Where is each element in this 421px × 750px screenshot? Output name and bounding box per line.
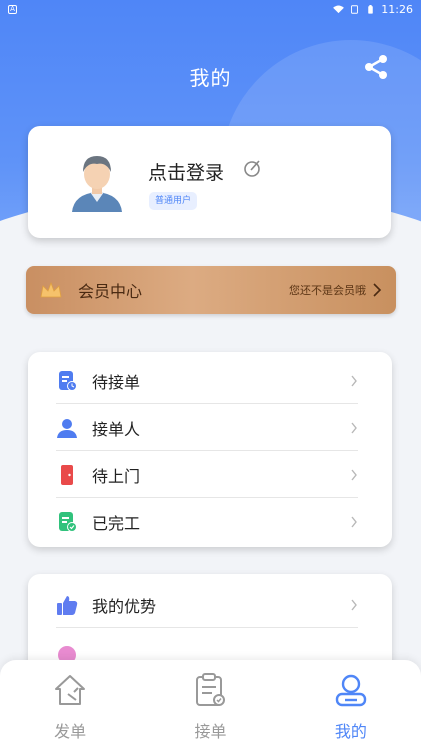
chevron-right-icon [351,375,357,386]
nav-tab-mine[interactable]: 我的 [281,660,421,750]
menu-label: 待上门 [92,466,141,486]
profile-card[interactable]: 点击登录 普通用户 [28,126,391,238]
nav-tab-post-order[interactable]: 发单 [0,660,140,750]
status-time: 11:26 [381,2,413,16]
person-icon [56,417,78,439]
edit-icon[interactable] [242,158,262,178]
chevron-right-icon [373,283,382,297]
profile-icon [335,674,367,707]
menu-label: 接单人 [92,419,141,439]
door-icon [56,464,78,486]
member-center-bar[interactable]: 会员中心 您还不是会员哦 [26,266,396,314]
member-hint: 您还不是会员哦 [289,284,366,297]
menu-item-my-advantages[interactable]: 我的优势 [56,582,358,628]
home-icon [55,675,86,705]
clipboard-icon [196,673,226,706]
thumbs-up-icon [56,594,78,616]
share-button[interactable] [361,52,391,82]
wifi-icon [333,4,345,13]
nav-tab-take-order[interactable]: 接单 [140,660,280,750]
nav-label: 发单 [54,722,87,741]
nav-label: 我的 [334,722,367,741]
menu-label: 待接单 [92,372,141,392]
member-center-label: 会员中心 [78,282,143,301]
login-text[interactable]: 点击登录 [148,158,224,185]
user-type-badge: 普通用户 [149,192,198,210]
completed-icon [56,511,78,533]
menu-item-completed[interactable]: 已完工 [56,499,358,545]
app-badge-icon: A [8,4,17,14]
chevron-right-icon [351,516,357,528]
menu-label: 我的优势 [92,596,157,616]
menu-item-takers[interactable]: 接单人 [56,405,358,451]
chevron-right-icon [351,422,357,433]
nav-label: 接单 [194,722,227,741]
no-sim-icon [351,4,359,14]
avatar[interactable] [68,150,126,212]
page-title: 我的 [189,66,232,90]
crown-icon [40,281,62,298]
share-icon [365,55,387,79]
menu-item-awaiting-visit[interactable]: 待上门 [56,452,358,498]
chevron-right-icon [351,599,357,610]
order-status-card: 待接单 接单人 待上门 已完工 [28,352,392,547]
chevron-right-icon [351,469,357,480]
menu-label: 已完工 [92,514,141,533]
pending-order-icon [56,370,78,392]
bottom-navigation: 发单 接单 我的 [0,660,421,750]
status-bar: A 11:26 [0,0,421,18]
menu-item-pending-orders[interactable]: 待接单 [56,358,358,404]
battery-icon [368,4,374,14]
